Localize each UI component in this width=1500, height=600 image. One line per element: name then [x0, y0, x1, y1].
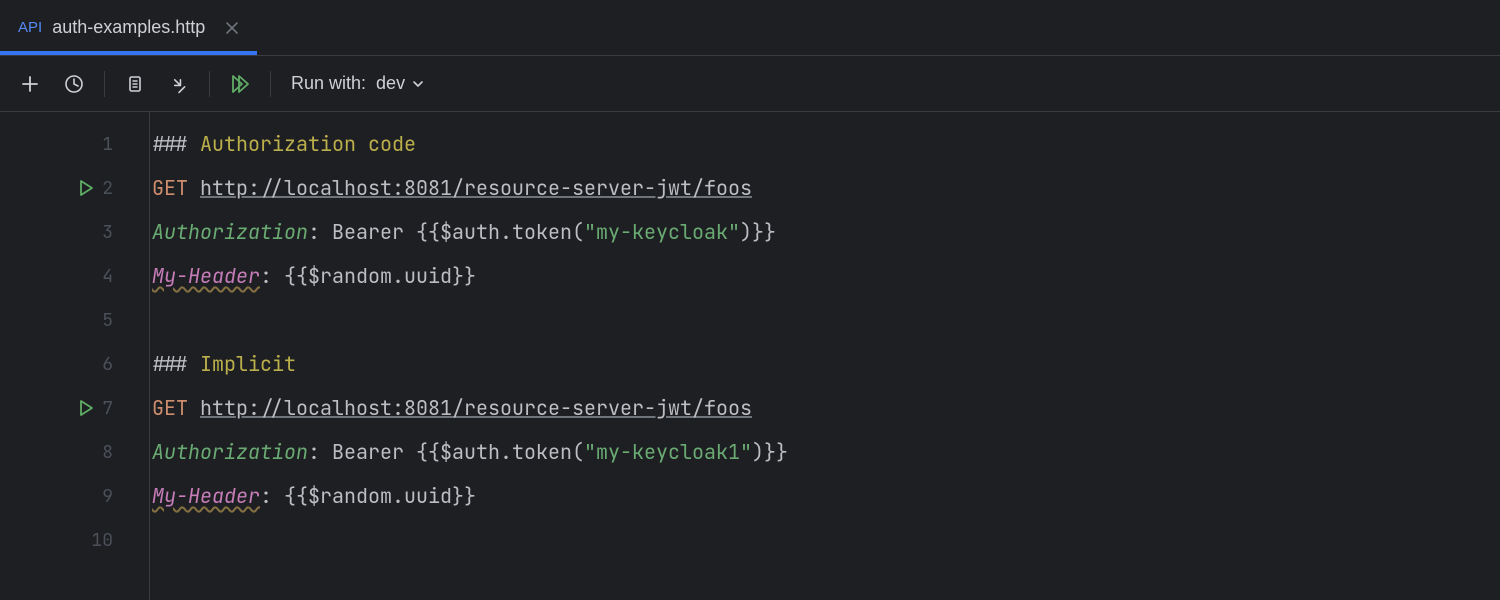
code-line: My-Header: {{$random.uuid}}: [152, 254, 788, 298]
tab-bar: API auth-examples.http: [0, 0, 1500, 56]
code-line: ### Authorization code: [152, 122, 788, 166]
code-line: [152, 518, 788, 562]
toolbar: Run with: dev: [0, 56, 1500, 112]
add-request-button[interactable]: [14, 68, 46, 100]
code-line: ### Implicit: [152, 342, 788, 386]
line-number: 2: [102, 177, 113, 200]
gutter-row: 5: [0, 298, 149, 342]
line-number: 4: [102, 265, 113, 288]
toolbar-separator: [209, 71, 210, 97]
line-number: 10: [91, 529, 113, 552]
run-with-section: Run with: dev: [291, 73, 425, 94]
examples-button[interactable]: [119, 68, 151, 100]
environment-value: dev: [376, 73, 405, 94]
line-number: 9: [102, 485, 113, 508]
tab-file[interactable]: API auth-examples.http: [0, 0, 257, 55]
line-number: 5: [102, 309, 113, 332]
code-line: GET http://localhost:8081/resource-serve…: [152, 386, 788, 430]
code-line: GET http://localhost:8081/resource-serve…: [152, 166, 788, 210]
line-number: 3: [102, 221, 113, 244]
run-line-icon[interactable]: [77, 399, 95, 417]
gutter-row: 6: [0, 342, 149, 386]
history-button[interactable]: [58, 68, 90, 100]
run-with-label: Run with:: [291, 73, 366, 94]
gutter-row: 9: [0, 474, 149, 518]
import-button[interactable]: [163, 68, 195, 100]
gutter-row: 7: [0, 386, 149, 430]
gutter-row: 2: [0, 166, 149, 210]
line-number: 1: [102, 133, 113, 156]
gutter: 1 2 3 4 5 6 7 8 9 10: [0, 112, 150, 600]
code-line: Authorization: Bearer {{$auth.token("my-…: [152, 430, 788, 474]
run-line-icon[interactable]: [77, 179, 95, 197]
tab-file-title: auth-examples.http: [52, 17, 205, 38]
environment-dropdown[interactable]: dev: [376, 73, 425, 94]
toolbar-separator: [270, 71, 271, 97]
line-number: 6: [102, 353, 113, 376]
code-line: [152, 298, 788, 342]
run-all-button[interactable]: [224, 68, 256, 100]
gutter-row: 10: [0, 518, 149, 562]
code-line: Authorization: Bearer {{$auth.token("my-…: [152, 210, 788, 254]
gutter-row: 3: [0, 210, 149, 254]
chevron-down-icon: [411, 77, 425, 91]
gutter-row: 1: [0, 122, 149, 166]
code-line: My-Header: {{$random.uuid}}: [152, 474, 788, 518]
gutter-row: 8: [0, 430, 149, 474]
gutter-row: 4: [0, 254, 149, 298]
code-editor[interactable]: 1 2 3 4 5 6 7 8 9 10 ### Authorization c…: [0, 112, 1500, 600]
code-area[interactable]: ### Authorization code GET http://localh…: [150, 112, 788, 600]
close-icon[interactable]: [225, 21, 239, 35]
toolbar-separator: [104, 71, 105, 97]
line-number: 7: [102, 397, 113, 420]
line-number: 8: [102, 441, 113, 464]
tab-file-type-badge: API: [18, 19, 42, 36]
